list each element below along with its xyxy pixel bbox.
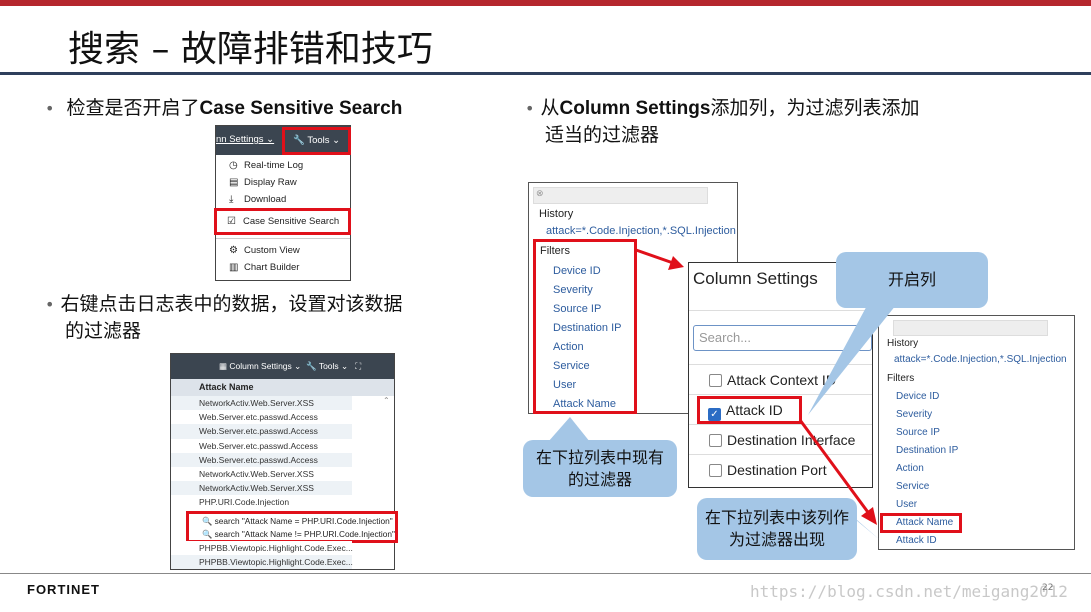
watermark: https://blog.csdn.net/meigang2012 bbox=[750, 582, 1068, 601]
callout-appears-as-filter: 在下拉列表中该列作为过滤器出现 bbox=[697, 498, 857, 560]
arrow-head-icon bbox=[861, 507, 877, 525]
callout-enable-column: 开启列 bbox=[836, 252, 988, 308]
callout-tail-existing-filters bbox=[548, 417, 590, 442]
callout-tail-enable-column bbox=[808, 300, 900, 415]
arrow-to-column-settings bbox=[635, 248, 677, 266]
footer-rule bbox=[0, 573, 1091, 574]
fortinet-logo: FORTINET bbox=[27, 582, 100, 597]
callout-existing-filters: 在下拉列表中现有的过滤器 bbox=[523, 440, 677, 497]
page-number: 22 bbox=[1042, 583, 1054, 593]
